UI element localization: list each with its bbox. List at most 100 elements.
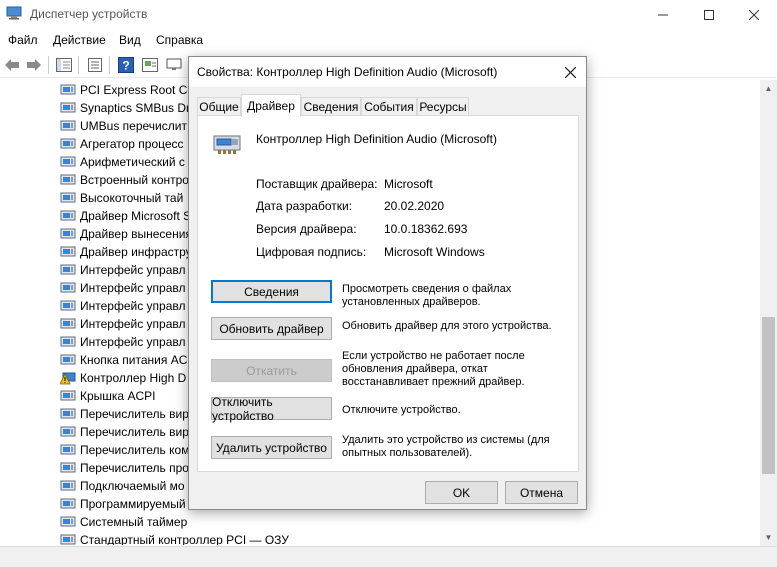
close-icon (749, 10, 759, 20)
tree-item-label: Перечислитель ком (80, 443, 190, 457)
menu-action[interactable]: Действие (53, 33, 106, 47)
menu-file[interactable]: Файл (8, 33, 38, 47)
system-device-icon (60, 264, 76, 275)
system-device-icon (60, 426, 76, 437)
tree-item-label: Кнопка питания AC (80, 353, 188, 367)
tree-item[interactable]: Высокоточный тай (60, 189, 183, 207)
device-warning-icon (60, 372, 76, 385)
system-device-icon (60, 300, 76, 311)
svg-text:?: ? (122, 59, 129, 73)
tree-item-label: Агрегатор процесс (80, 137, 184, 151)
properties-button[interactable] (85, 55, 105, 75)
tree-item[interactable]: Программируемый (60, 495, 186, 513)
tree-item[interactable]: Драйвер вынесения (60, 225, 192, 243)
tree-item-label: Перечислитель вир (80, 425, 189, 439)
device-manager-icon (6, 6, 22, 20)
scroll-down-icon[interactable]: ▼ (760, 529, 777, 546)
tree-item[interactable]: Встроенный контро (60, 171, 189, 189)
uninstall-device-button[interactable]: Удалить устройство (211, 436, 332, 459)
system-device-icon (60, 138, 76, 149)
uninstall-device-desc: Удалить это устройство из системы (для о… (342, 434, 550, 459)
tree-item-label: PCI Express Root Co (80, 83, 195, 97)
tree-item[interactable]: Интерфейс управл (60, 333, 186, 351)
tree-item[interactable]: Интерфейс управл (60, 261, 186, 279)
update-driver-button[interactable]: Обновить драйвер (211, 317, 332, 340)
system-device-icon (60, 228, 76, 239)
minimize-icon (658, 14, 668, 16)
tree-item[interactable]: Драйвер инфрастру (60, 243, 192, 261)
vertical-scrollbar[interactable]: ▲ ▼ (760, 80, 777, 546)
menu-help[interactable]: Справка (156, 33, 203, 47)
tab-driver[interactable]: Драйвер (241, 94, 301, 117)
dialog-close-button[interactable] (554, 57, 586, 87)
back-button[interactable] (2, 55, 22, 75)
system-device-icon (60, 534, 76, 545)
tree-item-label: Интерфейс управл (80, 317, 186, 331)
close-button[interactable] (731, 0, 777, 30)
menu-view[interactable]: Вид (119, 33, 141, 47)
update-driver-toolbar-button[interactable] (164, 55, 184, 75)
tree-item[interactable]: Агрегатор процесс (60, 135, 184, 153)
tab-resources[interactable]: Ресурсы (417, 97, 469, 116)
scan-hardware-icon (142, 58, 158, 72)
driver-details-desc: Просмотреть сведения о файлах установлен… (342, 283, 512, 308)
tab-details[interactable]: Сведения (301, 97, 361, 116)
system-device-icon (60, 318, 76, 329)
tree-item[interactable]: Перечислитель ком (60, 441, 189, 459)
driver-details-button[interactable]: Сведения (211, 280, 332, 303)
tree-item[interactable]: Арифметический с (60, 153, 185, 171)
tree-item[interactable]: Кнопка питания AC (60, 351, 187, 369)
maximize-button[interactable] (686, 0, 732, 30)
dialog-titlebar: Свойства: Контроллер High Definition Aud… (189, 57, 586, 87)
tree-item-label: Системный таймер (80, 515, 188, 529)
properties-dialog: Свойства: Контроллер High Definition Aud… (188, 56, 587, 510)
system-device-icon (60, 336, 76, 347)
tree-item-label: Драйвер вынесения (80, 227, 192, 241)
system-device-icon (60, 390, 76, 401)
forward-button[interactable] (24, 55, 44, 75)
tree-item[interactable]: PCI Express Root Co (60, 81, 194, 99)
tree-item-label: Перечислитель вир (80, 407, 189, 421)
disable-device-button[interactable]: Отключить устройство (211, 395, 332, 423)
system-device-icon (60, 246, 76, 257)
system-device-icon (60, 354, 76, 365)
tab-events[interactable]: События (361, 97, 417, 116)
tree-item-label: Программируемый (80, 497, 186, 511)
console-tree-icon (56, 58, 72, 72)
show-hide-tree-button[interactable] (54, 55, 74, 75)
help-button[interactable]: ? (116, 55, 136, 75)
tree-item[interactable]: Подключаемый мо (60, 477, 185, 495)
system-device-icon (60, 102, 76, 113)
cancel-button[interactable]: Отмена (505, 481, 578, 504)
tree-item[interactable]: Перечислитель вир (60, 423, 189, 441)
tab-general[interactable]: Общие (197, 97, 241, 116)
tree-item[interactable]: Стандартный контроллер PCI — ОЗУ (60, 531, 289, 545)
tree-item-label: Встроенный контро (80, 173, 189, 187)
tree-item[interactable]: Интерфейс управл (60, 279, 186, 297)
tree-item[interactable]: Драйвер Microsoft S (60, 207, 191, 225)
audio-device-icon (213, 135, 241, 154)
driver-tab-panel: Контроллер High Definition Audio (Micros… (197, 115, 579, 472)
scroll-thumb[interactable] (762, 317, 775, 474)
tree-item[interactable]: Системный таймер (60, 513, 187, 531)
system-device-icon (60, 174, 76, 185)
tree-item-label: Драйвер Microsoft S (80, 209, 192, 223)
minimize-button[interactable] (640, 0, 686, 30)
tree-item[interactable]: Перечислитель про (60, 459, 189, 477)
tree-item[interactable]: Крышка ACPI (60, 387, 155, 405)
tree-item[interactable]: UMBus перечислит (60, 117, 187, 135)
tree-item[interactable]: Synaptics SMBus Dri (60, 99, 193, 117)
system-device-icon (60, 516, 76, 527)
tree-item[interactable]: Интерфейс управл (60, 297, 186, 315)
ok-button[interactable]: OK (425, 481, 498, 504)
device-name: Контроллер High Definition Audio (Micros… (256, 132, 497, 146)
scroll-up-icon[interactable]: ▲ (760, 80, 777, 97)
roll-back-driver-button[interactable]: Откатить (211, 359, 332, 382)
system-device-icon (60, 282, 76, 293)
scan-hardware-button[interactable] (140, 55, 160, 75)
dialog-tabs: Общие Драйвер Сведения События Ресурсы (197, 94, 579, 117)
window-title: Диспетчер устройств (30, 7, 148, 21)
tree-item[interactable]: Интерфейс управл (60, 315, 186, 333)
tree-item[interactable]: Контроллер High D (60, 369, 186, 387)
tree-item[interactable]: Перечислитель вир (60, 405, 189, 423)
